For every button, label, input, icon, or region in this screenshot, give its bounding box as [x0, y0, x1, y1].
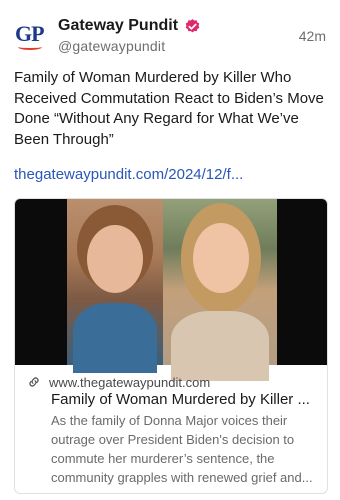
logo-text: GP	[15, 21, 45, 46]
card-domain: www.thegatewaypundit.com	[49, 374, 211, 390]
post[interactable]: GP Gateway Pundit @gatewaypundit 42m Fam…	[0, 0, 340, 500]
post-header: GP Gateway Pundit @gatewaypundit 42m	[14, 14, 326, 58]
card-image[interactable]	[15, 199, 327, 381]
post-text: Family of Woman Murdered by Killer Who R…	[14, 69, 324, 148]
photo-right	[163, 199, 277, 381]
author-name[interactable]: Gateway Pundit	[58, 17, 178, 35]
logo-swoosh	[18, 44, 42, 50]
author-handle[interactable]: @gatewaypundit	[58, 38, 165, 54]
card-body: www.thegatewaypundit.com Family of Woman…	[15, 365, 327, 493]
link-preview-card[interactable]: www.thegatewaypundit.com Family of Woman…	[14, 198, 328, 494]
verified-badge-icon	[185, 18, 200, 32]
post-time[interactable]: 42m	[299, 28, 326, 44]
avatar[interactable]: GP	[14, 22, 46, 50]
author-row: Gateway Pundit	[58, 16, 201, 36]
card-domain-row: www.thegatewaypundit.com	[27, 373, 210, 391]
card-title[interactable]: Family of Woman Murdered by Killer ...	[51, 391, 317, 408]
card-description: As the family of Donna Major voices thei…	[51, 413, 313, 485]
link-icon	[29, 377, 39, 387]
photo-left	[67, 199, 163, 373]
post-link[interactable]: thegatewaypundit.com/2024/12/f...	[14, 166, 243, 183]
